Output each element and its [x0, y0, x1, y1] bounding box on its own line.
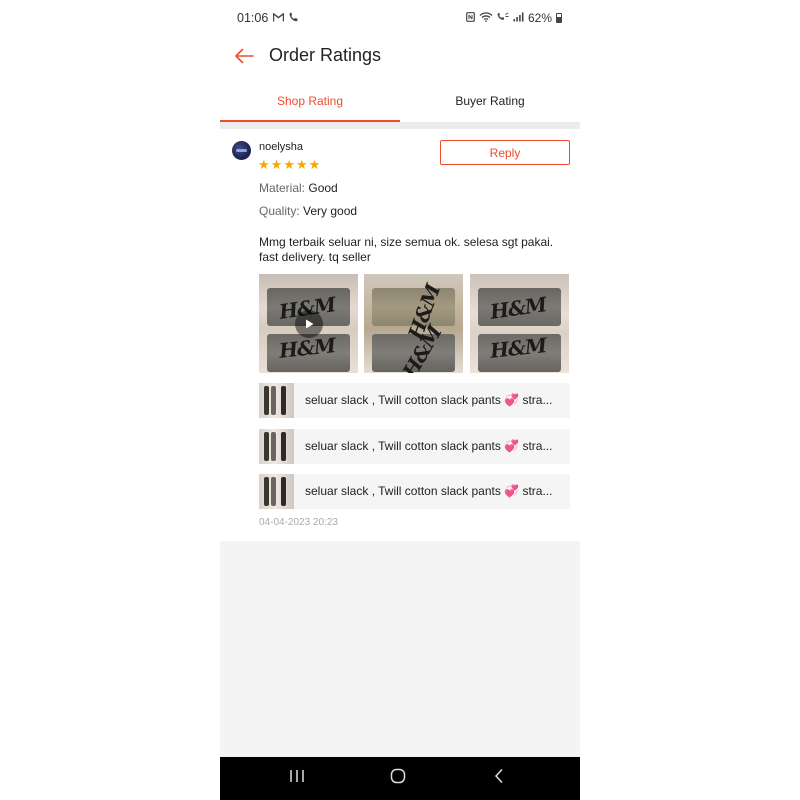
- star-icon: ★: [270, 157, 283, 172]
- app-bar: Order Ratings: [220, 36, 580, 80]
- product-name: seluar slack , Twill cotton slack pants …: [305, 484, 553, 498]
- quality-value: Very good: [303, 204, 358, 218]
- nfc-icon: [466, 11, 475, 25]
- product-thumbnail: [259, 383, 294, 418]
- system-nav-bar: [220, 757, 580, 800]
- home-icon: [390, 768, 406, 789]
- product-item[interactable]: seluar slack , Twill cotton slack pants …: [259, 429, 570, 464]
- nav-back-button[interactable]: [469, 757, 529, 800]
- product-item[interactable]: seluar slack , Twill cotton slack pants …: [259, 474, 570, 509]
- review-card: noelysha ★ ★ ★ ★ ★ Reply Material: Good …: [220, 129, 580, 541]
- product-name: seluar slack , Twill cotton slack pants …: [305, 439, 553, 453]
- material-value: Good: [308, 181, 338, 195]
- tab-buyer-rating[interactable]: Buyer Rating: [400, 80, 580, 122]
- recents-icon: [289, 769, 305, 788]
- material-label: Material:: [259, 181, 306, 195]
- status-bar: 01:06 62%: [220, 0, 580, 36]
- home-button[interactable]: [368, 757, 428, 800]
- tab-shop-rating[interactable]: Shop Rating: [220, 80, 400, 122]
- star-icon: ★: [283, 157, 295, 172]
- product-name: seluar slack , Twill cotton slack pants …: [305, 393, 553, 407]
- tab-bar: Shop Rating Buyer Rating: [220, 80, 580, 122]
- battery-percent: 62%: [527, 11, 552, 25]
- signal-icon: [513, 11, 524, 25]
- review-comment: Mmg terbaik seluar ni, size semua ok. se…: [259, 235, 554, 264]
- gmail-icon: [273, 11, 285, 25]
- phone-call-icon: [289, 11, 299, 25]
- star-icon: ★: [295, 157, 308, 172]
- divider: [220, 122, 580, 129]
- review-image-thumbnail[interactable]: H&M H&M: [364, 274, 463, 373]
- star-icon: ★: [308, 157, 321, 172]
- play-icon[interactable]: [295, 310, 323, 338]
- product-thumbnail: [259, 429, 294, 464]
- wifi-call-icon: [479, 11, 493, 25]
- page-title: Order Ratings: [269, 45, 382, 65]
- arrow-left-icon: [234, 48, 254, 69]
- avatar[interactable]: [232, 141, 251, 160]
- quality-attribute: Quality: Very good: [259, 204, 357, 218]
- back-icon: [494, 768, 504, 789]
- review-timestamp: 04-04-2023 20:23: [259, 517, 338, 528]
- reply-button[interactable]: Reply: [440, 140, 570, 165]
- recents-button[interactable]: [267, 757, 327, 800]
- quality-label: Quality:: [259, 204, 300, 218]
- review-image-thumbnail[interactable]: H&M H&M: [470, 274, 569, 373]
- review-video-thumbnail[interactable]: H&M H&M: [259, 274, 358, 373]
- star-rating: ★ ★ ★ ★ ★: [258, 158, 320, 171]
- product-item[interactable]: seluar slack , Twill cotton slack pants …: [259, 383, 570, 418]
- material-attribute: Material: Good: [259, 181, 338, 195]
- status-time: 01:06: [237, 11, 269, 25]
- battery-icon: [556, 13, 562, 23]
- volte-icon: [497, 11, 509, 25]
- product-thumbnail: [259, 474, 294, 509]
- phone-screen: 01:06 62% Order Ratings Shop Rating Buye…: [220, 0, 580, 800]
- back-button[interactable]: [228, 42, 260, 74]
- reviewer-username: noelysha: [259, 141, 304, 153]
- star-icon: ★: [258, 157, 270, 172]
